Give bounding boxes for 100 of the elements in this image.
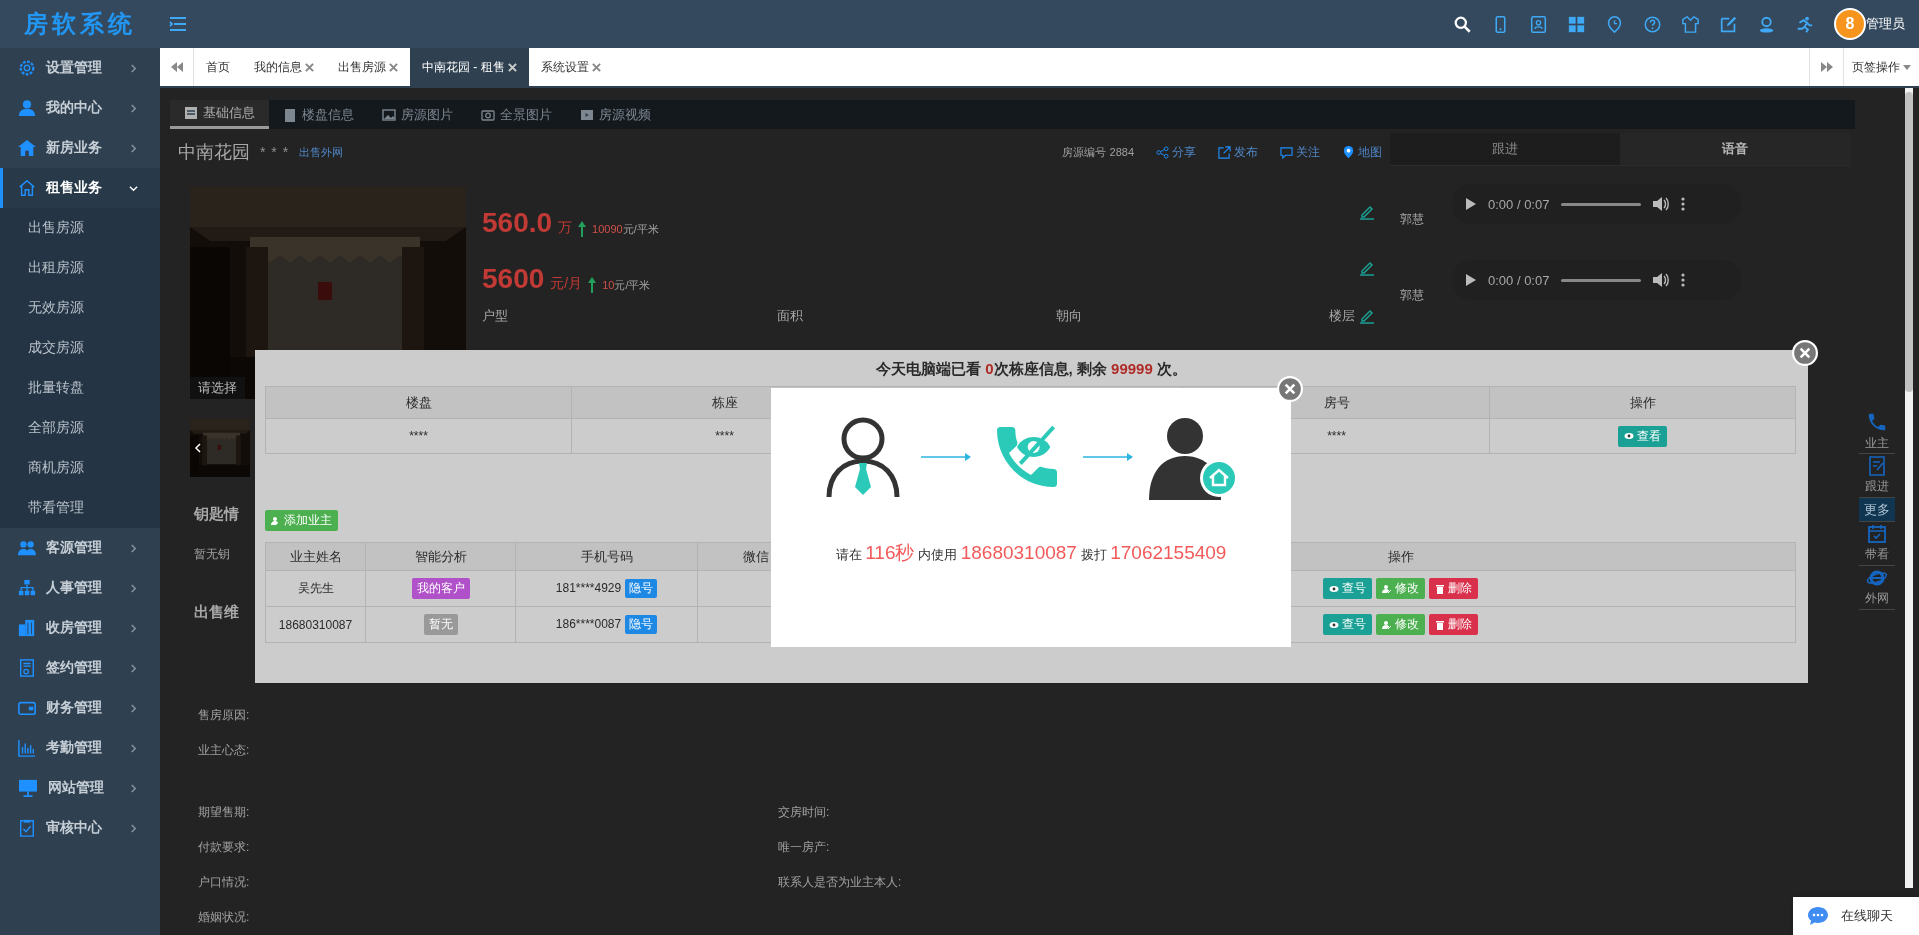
online-chat-button[interactable]: 在线聊天 — [1793, 897, 1919, 935]
side-tool-button[interactable]: 更多 — [1859, 498, 1895, 522]
runner-icon[interactable] — [1796, 15, 1813, 33]
photo-caption[interactable]: 请选择 — [190, 377, 245, 399]
user-pin-icon[interactable] — [1758, 15, 1775, 33]
menu-icon[interactable] — [168, 14, 188, 34]
column-header: 业主姓名 — [265, 542, 366, 571]
sidebar-item[interactable]: 客源管理 — [0, 528, 160, 568]
sidebar-item[interactable]: 人事管理 — [0, 568, 160, 608]
recording-author: 郭慧 — [1400, 286, 1424, 304]
hidden-number-badge: 隐号 — [625, 579, 658, 598]
row-action-button[interactable]: 删除 — [1429, 614, 1478, 635]
sidebar-item[interactable]: 租售业务 — [0, 168, 160, 208]
sidebar-item[interactable]: 我的中心 — [0, 88, 160, 128]
volume-icon[interactable] — [1653, 197, 1670, 211]
column-header: 操作 — [1489, 386, 1796, 419]
page-tab[interactable]: 出售房源 — [326, 48, 410, 86]
chevron-icon — [129, 823, 138, 833]
close-icon[interactable] — [507, 62, 517, 72]
attribute-label: 朝向 — [1056, 307, 1083, 325]
page-tab[interactable]: 中南花园 - 租售 — [410, 48, 529, 86]
field-label: 联系人是否为业主本人: — [778, 874, 902, 891]
play-icon[interactable] — [1466, 274, 1476, 286]
field-label: 婚姻状况: — [198, 909, 250, 926]
audio-player[interactable]: 0:00 / 0:07 — [1452, 184, 1742, 224]
rating-text: * * * — [260, 144, 290, 160]
column-header: 楼盘 — [265, 386, 572, 419]
page-tab[interactable]: 系统设置 — [528, 48, 613, 86]
shirt-icon[interactable] — [1682, 15, 1699, 33]
property-title: 中南花园 — [178, 141, 250, 164]
side-tool-button[interactable]: 业主 — [1859, 410, 1895, 454]
sidebar-subitem[interactable]: 批量转盘 — [0, 368, 160, 408]
sidebar-subitem[interactable]: 全部房源 — [0, 408, 160, 448]
progress-track[interactable] — [1561, 202, 1642, 206]
contact-card-icon[interactable] — [1530, 15, 1547, 33]
clipboard-check-icon — [18, 819, 36, 837]
progress-track[interactable] — [1561, 278, 1642, 282]
action-link[interactable]: 关注 — [1280, 143, 1320, 161]
sidebar-subitem[interactable]: 无效房源 — [0, 288, 160, 328]
form-icon — [184, 106, 198, 120]
sidebar-subitem[interactable]: 成交房源 — [0, 328, 160, 368]
chevron-icon — [129, 783, 138, 793]
grid-icon[interactable] — [1568, 15, 1585, 33]
volume-icon[interactable] — [1653, 273, 1670, 287]
sidebar-item[interactable]: 新房业务 — [0, 128, 160, 168]
user-name[interactable]: 管理员 — [1866, 15, 1905, 33]
more-icon[interactable] — [1681, 273, 1686, 287]
sidebar-item[interactable]: 设置管理 — [0, 48, 160, 88]
side-tool-button[interactable]: 带看 — [1859, 522, 1895, 566]
sidebar-item[interactable]: 审核中心 — [0, 808, 160, 848]
chevron-icon — [129, 583, 138, 593]
detail-tab[interactable]: 全景图片 — [467, 100, 566, 129]
sidebar-subitem[interactable]: 商机房源 — [0, 448, 160, 488]
table-cell: 吴先生 — [265, 570, 366, 607]
audio-player[interactable]: 0:00 / 0:07 — [1452, 260, 1742, 300]
pencil-icon[interactable] — [1359, 204, 1375, 220]
location-pin-icon[interactable] — [1606, 15, 1623, 33]
panel-tab[interactable]: 跟进 — [1390, 133, 1620, 165]
sidebar-subitem[interactable]: 出租房源 — [0, 248, 160, 288]
detail-tab[interactable]: 基础信息 — [170, 100, 269, 129]
external-link[interactable]: 出售外网 — [299, 144, 344, 160]
action-link[interactable]: 分享 — [1156, 143, 1196, 161]
phone-number: 181****4929 — [555, 581, 622, 595]
pencil-icon[interactable] — [1359, 260, 1375, 276]
side-tool-button[interactable]: 跟进 — [1859, 454, 1895, 498]
chevron-icon — [129, 103, 138, 113]
detail-tab[interactable]: 房源视频 — [566, 100, 665, 129]
image-icon — [382, 107, 396, 122]
listing-number: 房源编号 2884 — [1062, 144, 1134, 160]
sidebar-subitem[interactable]: 带看管理 — [0, 488, 160, 528]
help-icon[interactable] — [1644, 15, 1661, 33]
sidebar-item[interactable]: 财务管理 — [0, 688, 160, 728]
chevron-icon — [129, 143, 138, 153]
sidebar-item[interactable]: 网站管理 — [0, 768, 160, 808]
up-arrow-icon — [588, 277, 597, 293]
chat-icon — [1807, 906, 1829, 926]
buildings-icon — [18, 619, 36, 637]
page-tab[interactable]: 首页 — [194, 48, 242, 86]
wallet-icon — [18, 699, 36, 717]
chevron-left-icon[interactable] — [194, 443, 201, 453]
scrollbar[interactable] — [1905, 88, 1913, 888]
field-label: 户口情况: — [198, 874, 250, 891]
sidebar-item[interactable]: 考勤管理 — [0, 728, 160, 768]
mobile-phone-icon[interactable] — [1492, 15, 1509, 33]
pencil-icon[interactable] — [1359, 308, 1375, 324]
calendar-icon — [1867, 524, 1887, 544]
search-icon[interactable] — [1454, 15, 1471, 33]
page-tab[interactable]: 我的信息 — [242, 48, 326, 86]
detail-tab[interactable]: 楼盘信息 — [269, 100, 368, 129]
action-link[interactable]: 地图 — [1342, 143, 1382, 161]
sidebar-item[interactable]: 收房管理 — [0, 608, 160, 648]
sidebar-subitem[interactable]: 出售房源 — [0, 208, 160, 248]
row-action-button[interactable]: 删除 — [1429, 578, 1478, 599]
sidebar-item[interactable]: 签约管理 — [0, 648, 160, 688]
more-icon[interactable] — [1681, 197, 1686, 211]
play-icon[interactable] — [1466, 198, 1476, 210]
edit-icon[interactable] — [1720, 15, 1737, 33]
detail-tab[interactable]: 房源图片 — [368, 100, 467, 129]
action-link[interactable]: 发布 — [1218, 143, 1258, 161]
user-edit-icon — [1382, 583, 1392, 594]
